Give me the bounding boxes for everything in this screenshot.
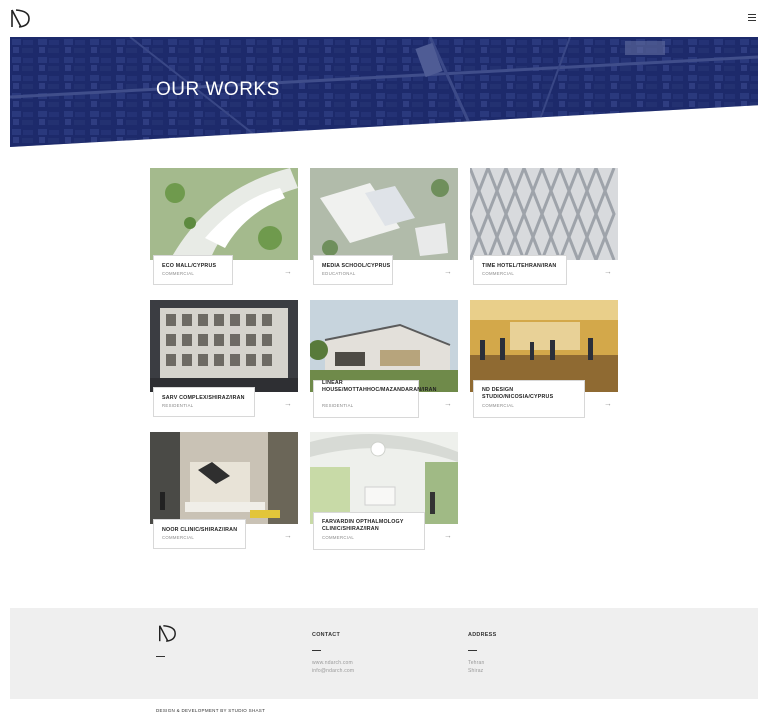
project-card[interactable]: LINEAR HOUSE/MOTTAHHOC/MAZANDARAN/IRAN R… [310,300,458,420]
footer: CONTACT www.ndarch.com info@ndarch.com A… [10,608,758,699]
project-image [150,432,298,524]
project-category: EDUCATIONAL [322,271,356,276]
arrow-right-icon[interactable]: → [604,267,612,276]
project-image [310,300,458,392]
city-aerial-background [10,37,758,147]
address-line: Shiraz [468,668,484,674]
project-title[interactable]: ND DESIGN STUDIO/NICOSIA/CYPRUS [482,387,582,401]
divider [468,650,477,652]
arrow-right-icon[interactable]: → [444,399,452,408]
project-title[interactable]: TIME HOTEL/TEHRAN/IRAN [482,263,582,270]
hamburger-menu-icon[interactable] [748,14,756,21]
hero-banner [10,37,758,147]
arrow-right-icon[interactable]: → [284,267,292,276]
project-info-box [473,255,567,285]
arrow-right-icon[interactable]: → [444,267,452,276]
project-image [470,300,618,392]
project-image [150,168,298,260]
project-card[interactable]: MEDIA SCHOOL/CYPRUS EDUCATIONAL → [310,168,458,288]
address-line: Tehran [468,660,485,666]
arrow-right-icon[interactable]: → [444,531,452,540]
arrow-right-icon[interactable]: → [604,399,612,408]
project-title[interactable]: ECO MALL/CYPRUS [162,263,262,270]
nd-logo-icon[interactable] [9,7,31,29]
project-image [470,168,618,260]
project-category: COMMERCIAL [162,271,195,276]
project-info-box [153,387,255,417]
project-title[interactable]: FARVARDIN OPTHALMOLOGY CLINIC/SHIRAZ/IRA… [322,519,422,533]
divider [312,650,321,652]
divider [156,656,165,658]
project-card[interactable]: FARVARDIN OPTHALMOLOGY CLINIC/SHIRAZ/IRA… [310,432,458,552]
project-title[interactable]: SARV COMPLEX/SHIRAZ/IRAN [162,395,262,402]
project-card[interactable]: TIME HOTEL/TEHRAN/IRAN COMMERCIAL → [470,168,618,288]
nd-logo-icon[interactable] [157,623,177,643]
project-category: COMMERCIAL [162,535,195,540]
address-heading: ADDRESS [468,632,497,638]
project-category: RESIDENTIAL [322,403,354,408]
project-info-box [313,255,393,285]
project-card[interactable]: NOOR CLINIC/SHIRAZ/IRAN COMMERCIAL → [150,432,298,552]
website-link[interactable]: www.ndarch.com [312,660,353,666]
project-info-box [153,255,233,285]
project-image [310,168,458,260]
page-title: OUR WORKS [156,79,280,100]
project-title[interactable]: LINEAR HOUSE/MOTTAHHOC/MAZANDARAN/IRAN [322,380,436,394]
project-category: COMMERCIAL [322,535,355,540]
project-category: COMMERCIAL [482,403,515,408]
project-card[interactable]: ND DESIGN STUDIO/NICOSIA/CYPRUS COMMERCI… [470,300,618,420]
project-category: RESIDENTIAL [162,403,194,408]
contact-heading: CONTACT [312,632,341,638]
arrow-right-icon[interactable]: → [284,531,292,540]
project-title[interactable]: MEDIA SCHOOL/CYPRUS [322,263,422,270]
project-category: COMMERCIAL [482,271,515,276]
email-link[interactable]: info@ndarch.com [312,668,354,674]
project-image [150,300,298,392]
project-image [310,432,458,524]
project-info-box [153,519,246,549]
project-title[interactable]: NOOR CLINIC/SHIRAZ/IRAN [162,527,262,534]
footer-credit[interactable]: DESIGN & DEVELOPMENT BY STUDIO SHAST [156,708,265,713]
project-card[interactable]: SARV COMPLEX/SHIRAZ/IRAN RESIDENTIAL → [150,300,298,420]
arrow-right-icon[interactable]: → [284,399,292,408]
project-card[interactable]: ECO MALL/CYPRUS COMMERCIAL → [150,168,298,288]
